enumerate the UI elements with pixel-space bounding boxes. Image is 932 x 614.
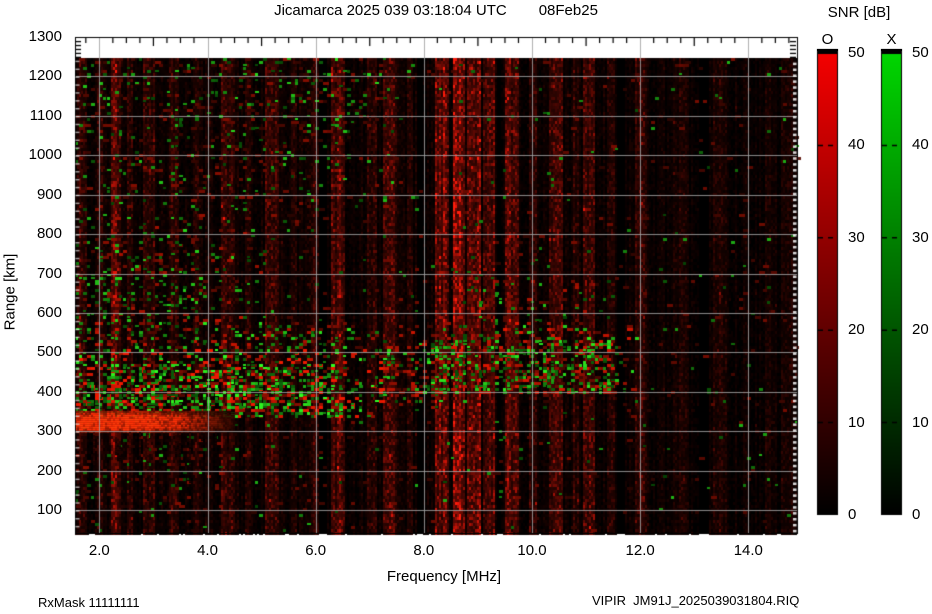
x-axis-label: Frequency [MHz] — [386, 568, 502, 585]
y-tick-label: 1100 — [29, 106, 62, 124]
x-tick-label: 14.0 — [733, 542, 763, 559]
o-colorbar-tick: 50 — [848, 44, 865, 61]
y-tick-label: 800 — [36, 225, 62, 243]
y-tick-label: 1000 — [28, 146, 62, 164]
y-tick-label: 900 — [36, 185, 62, 203]
y-tick-label: 1200 — [28, 67, 62, 85]
o-colorbar-tick: 30 — [848, 228, 865, 246]
x-mode-label: X — [881, 31, 902, 51]
x-colorbar-tick: 50 — [912, 44, 929, 61]
page-title: Jicamarca 2025 039 03:18:04 UTC — [274, 2, 507, 19]
o-colorbar-tick: 10 — [848, 413, 865, 431]
rxmask-footer: RxMask 11111111 — [38, 595, 140, 610]
x-colorbar-tick: 40 — [912, 136, 929, 154]
y-tick-label: 300 — [36, 422, 62, 440]
x-tick-label: 8.0 — [413, 542, 435, 559]
o-colorbar-tick: 0 — [848, 506, 857, 523]
y-tick-label: 700 — [36, 264, 62, 282]
x-tick-label: 6.0 — [305, 542, 327, 559]
colorbar-title: SNR [dB] — [827, 4, 891, 21]
y-tick-label: 400 — [36, 382, 62, 400]
o-colorbar-tick: 20 — [848, 321, 865, 339]
x-tick-label: 12.0 — [625, 542, 655, 559]
x-colorbar-tick: 20 — [912, 321, 929, 339]
o-colorbar-tick: 40 — [848, 136, 865, 154]
ionogram-plot-canvas — [0, 0, 932, 614]
y-tick-label: 100 — [36, 501, 62, 519]
y-tick-label: 600 — [36, 303, 62, 321]
y-tick-label: 200 — [36, 461, 62, 479]
x-colorbar-tick: 0 — [912, 506, 921, 523]
o-mode-label: O — [817, 31, 838, 51]
x-tick-label: 2.0 — [88, 542, 110, 559]
x-colorbar-tick: 30 — [912, 228, 929, 246]
y-tick-label: 1300 — [28, 28, 62, 45]
date-label: 08Feb25 — [538, 2, 598, 19]
ionogram-figure: Jicamarca 2025 039 03:18:04 UTC 08Feb25 … — [0, 0, 932, 614]
x-tick-label: 4.0 — [197, 542, 218, 559]
x-tick-label: 10.0 — [517, 542, 547, 559]
filename-footer: VIPIR JM91J_2025039031804.RIQ — [592, 593, 800, 608]
x-colorbar-tick: 10 — [912, 413, 929, 431]
y-tick-label: 500 — [36, 343, 62, 361]
title-row: Jicamarca 2025 039 03:18:04 UTC 08Feb25 — [75, 2, 797, 19]
